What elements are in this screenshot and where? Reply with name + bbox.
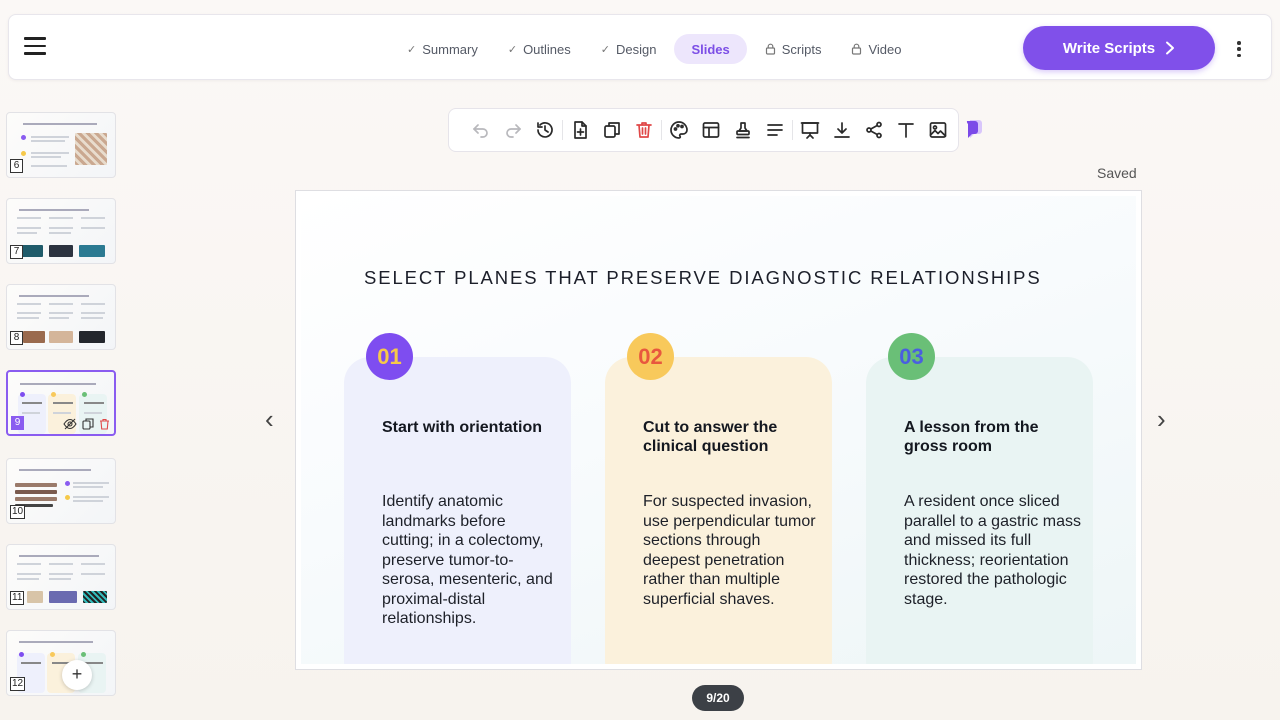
slide-thumbnail[interactable]: 11 (6, 544, 116, 610)
slide-thumbnail[interactable]: 6 (6, 112, 116, 178)
lock-icon (852, 43, 862, 55)
card-body[interactable]: A resident once sliced parallel to a gas… (904, 492, 1082, 609)
step-design[interactable]: ✓ Design (589, 34, 669, 64)
palette-icon (670, 121, 688, 139)
check-icon: ✓ (507, 43, 518, 56)
theme-button[interactable] (663, 114, 695, 146)
slide-thumbnail[interactable]: 7 (6, 198, 116, 264)
text-button[interactable] (890, 114, 922, 146)
presentation-icon (800, 122, 820, 139)
step-outlines[interactable]: ✓ Outlines (496, 34, 583, 64)
slide-number: 11 (10, 591, 25, 605)
step-video[interactable]: Video (839, 34, 913, 64)
content-card-2[interactable]: 02 Cut to answer the clinical question F… (605, 333, 832, 664)
write-scripts-button[interactable]: Write Scripts (1023, 26, 1215, 70)
trash-icon (636, 122, 652, 138)
check-icon: ✓ (600, 43, 610, 56)
duplicate-slide-icon[interactable] (82, 418, 94, 430)
slide: SELECT PLANES THAT PRESERVE DIAGNOSTIC R… (301, 196, 1136, 664)
present-button[interactable] (794, 114, 826, 146)
stamp-icon (736, 122, 750, 139)
previous-slide-arrow[interactable]: ‹ (265, 405, 274, 433)
slide-number: 7 (10, 245, 23, 259)
stamp-button[interactable] (727, 114, 759, 146)
card-number-badge: 02 (627, 333, 674, 380)
slide-number: 8 (10, 331, 23, 345)
card-title[interactable]: A lesson from the gross room (904, 418, 1084, 456)
delete-slide-icon[interactable] (99, 418, 110, 430)
slide-thumbnail[interactable]: 10 (6, 458, 116, 524)
redo-icon (506, 124, 521, 138)
slide-canvas[interactable]: SELECT PLANES THAT PRESERVE DIAGNOSTIC R… (295, 190, 1142, 670)
add-page-icon (574, 121, 587, 139)
slide-number: 6 (10, 159, 23, 173)
save-status: Saved (1097, 165, 1137, 181)
history-icon (537, 122, 553, 138)
step-scripts[interactable]: Scripts (753, 34, 834, 64)
image-button[interactable] (922, 114, 954, 146)
image-icon (929, 122, 947, 138)
copy-icon (604, 122, 620, 138)
undo-icon (473, 124, 488, 138)
share-button[interactable] (858, 114, 890, 146)
add-page-button[interactable] (564, 114, 596, 146)
text-align-icon (767, 124, 783, 136)
slide-toolbar (448, 108, 959, 152)
download-icon (834, 122, 850, 138)
delete-button[interactable] (628, 114, 660, 146)
slide-pager: 9/20 (692, 685, 744, 711)
card-number-badge: 03 (888, 333, 935, 380)
redo-button[interactable] (497, 114, 529, 146)
content-card-1[interactable]: 01 Start with orientation Identify anato… (344, 333, 571, 664)
toolbar-divider (792, 120, 793, 140)
assistant-logo-icon[interactable] (964, 118, 986, 140)
top-bar: ✓ Summary ✓ Outlines ✓ Design Slides Script… (8, 14, 1272, 80)
check-icon: ✓ (407, 43, 417, 56)
card-number-badge: 01 (366, 333, 413, 380)
more-options-icon[interactable] (1235, 41, 1243, 57)
text-icon (898, 123, 914, 138)
add-slide-button[interactable]: + (62, 660, 92, 690)
slide-thumbnail[interactable]: 12 (6, 630, 116, 696)
toolbar-divider (661, 120, 662, 140)
download-button[interactable] (826, 114, 858, 146)
slide-thumbnail[interactable]: 8 (6, 284, 116, 350)
slide-number: 9 (11, 416, 24, 430)
slide-thumbnail-selected[interactable]: 9 (6, 370, 116, 436)
lock-icon (765, 43, 775, 55)
card-body[interactable]: For suspected invasion, use perpendicula… (643, 492, 821, 609)
content-card-3[interactable]: 03 A lesson from the gross room A reside… (866, 333, 1093, 664)
thumbnail-actions (63, 418, 110, 430)
next-slide-arrow[interactable]: › (1157, 405, 1166, 433)
slide-number: 12 (10, 677, 26, 691)
align-button[interactable] (759, 114, 791, 146)
hide-slide-icon[interactable] (63, 418, 77, 430)
duplicate-button[interactable] (596, 114, 628, 146)
layout-icon (702, 122, 720, 138)
workflow-steps: ✓ Summary ✓ Outlines ✓ Design Slides Script… (395, 33, 914, 65)
card-title[interactable]: Start with orientation (382, 418, 562, 437)
undo-button[interactable] (465, 114, 497, 146)
slide-number: 10 (10, 505, 26, 519)
card-body[interactable]: Identify anatomic landmarks before cutti… (382, 492, 560, 629)
card-title[interactable]: Cut to answer the clinical question (643, 418, 823, 456)
slide-title[interactable]: SELECT PLANES THAT PRESERVE DIAGNOSTIC R… (364, 267, 1042, 289)
step-summary[interactable]: ✓ Summary (395, 34, 490, 64)
toolbar-divider (562, 120, 563, 140)
hamburger-menu-icon[interactable] (24, 37, 46, 57)
step-slides[interactable]: Slides (674, 34, 747, 64)
chevron-right-icon (1166, 41, 1175, 55)
layout-button[interactable] (695, 114, 727, 146)
history-button[interactable] (529, 114, 561, 146)
share-icon (866, 121, 882, 139)
slide-thumbnail-sidebar[interactable]: 6 7 8 9 10 11 12 (0, 106, 125, 696)
